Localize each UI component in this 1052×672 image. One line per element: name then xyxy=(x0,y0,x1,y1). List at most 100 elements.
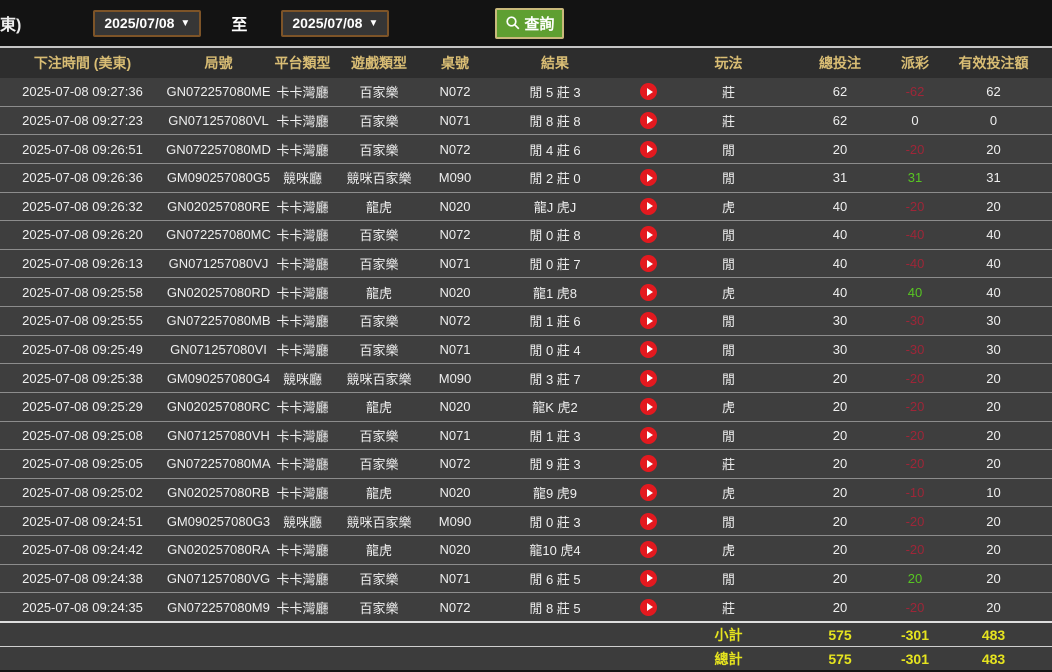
cell-payout: -20 xyxy=(905,399,925,415)
cell-result: 龍9 虎9 xyxy=(532,486,578,502)
table-row: 2025-07-08 09:25:58 GN020257080RD 卡卡灣廳 龍… xyxy=(0,278,1052,307)
cell-total-bet: 20 xyxy=(832,141,848,157)
cell-bet-time: 2025-07-08 09:26:32 xyxy=(22,198,143,214)
play-icon xyxy=(646,173,653,182)
cell-total-bet: 20 xyxy=(832,570,848,586)
cell-valid-bet: 40 xyxy=(986,256,1001,272)
play-video-button[interactable] xyxy=(640,111,657,129)
cell-round-id: GN071257080VL xyxy=(168,112,269,128)
column-header: 有效投注額 xyxy=(958,55,1029,71)
cell-valid-bet: 0 xyxy=(989,112,998,128)
cell-platform-type: 卡卡灣廳 xyxy=(276,400,329,416)
cell-total-bet: 20 xyxy=(832,456,848,472)
table-header: 下注時間 (美東) 局號 平台類型 遊戲類型 桌號 結果 玩法 總投注 派彩 有效投注額 xyxy=(0,46,1052,78)
date-to-select[interactable]: 2025/07/08 ▼ xyxy=(281,9,390,37)
cell-play-type: 閒 xyxy=(721,171,735,187)
play-video-button[interactable] xyxy=(640,83,657,101)
table-row: 2025-07-08 09:27:23 GN071257080VL 卡卡灣廳 百… xyxy=(0,106,1052,136)
cell-table-number: N071 xyxy=(439,570,471,586)
cell-result: 閒 0 莊 8 xyxy=(529,228,581,244)
play-video-button[interactable] xyxy=(640,140,657,158)
cell-play-type: 虎 xyxy=(721,285,735,301)
cell-table-number: N072 xyxy=(439,227,471,243)
to-label: 至 xyxy=(231,17,248,34)
cell-game-type: 百家樂 xyxy=(359,342,399,358)
play-video-button[interactable] xyxy=(640,426,657,444)
cell-result: 龍1 虎8 xyxy=(532,285,578,301)
table-row: 2025-07-08 09:26:20 GN072257080MC 卡卡灣廳 百… xyxy=(0,221,1052,250)
play-video-button[interactable] xyxy=(640,369,657,387)
cell-game-type: 龍虎 xyxy=(365,400,392,416)
cell-valid-bet: 40 xyxy=(986,227,1001,243)
cell-result: 閒 4 莊 6 xyxy=(529,142,581,158)
cell-table-number: N071 xyxy=(439,256,471,272)
play-icon xyxy=(646,259,653,268)
play-video-button[interactable] xyxy=(640,484,657,502)
play-video-button[interactable] xyxy=(640,255,657,273)
cell-table-number: M090 xyxy=(438,370,472,386)
cell-table-number: N072 xyxy=(439,141,471,157)
cell-platform-type: 卡卡灣廳 xyxy=(276,428,329,444)
column-header: 派彩 xyxy=(901,55,929,71)
cell-valid-bet: 31 xyxy=(986,170,1001,186)
play-video-button[interactable] xyxy=(640,283,657,301)
cell-valid-bet: 30 xyxy=(986,341,1001,357)
cell-bet-time: 2025-07-08 09:24:42 xyxy=(22,542,143,558)
dropdown-arrow-icon: ▼ xyxy=(368,17,379,29)
play-icon xyxy=(646,574,653,583)
cell-bet-time: 2025-07-08 09:24:35 xyxy=(22,599,143,615)
cell-valid-bet: 30 xyxy=(986,313,1001,329)
play-video-button[interactable] xyxy=(640,569,657,587)
cell-platform-type: 競咪廳 xyxy=(282,371,322,387)
play-video-button[interactable] xyxy=(640,455,657,473)
play-icon xyxy=(646,230,653,239)
cell-game-type: 百家樂 xyxy=(359,257,399,273)
search-button[interactable]: 查詢 xyxy=(495,7,565,39)
play-video-button[interactable] xyxy=(640,541,657,559)
cell-platform-type: 卡卡灣廳 xyxy=(276,257,329,273)
play-video-button[interactable] xyxy=(640,398,657,416)
cell-result: 閒 0 莊 7 xyxy=(529,257,581,273)
cell-total-bet: 20 xyxy=(832,370,848,386)
cell-platform-type: 競咪廳 xyxy=(282,514,322,530)
cell-valid-bet: 20 xyxy=(986,399,1001,415)
table-row: 2025-07-08 09:25:08 GN071257080VH 卡卡灣廳 百… xyxy=(0,421,1052,451)
play-icon xyxy=(646,345,653,354)
cell-platform-type: 競咪廳 xyxy=(282,171,322,187)
cell-platform-type: 卡卡灣廳 xyxy=(276,457,329,473)
play-icon xyxy=(646,145,653,154)
cell-result: 閒 8 莊 8 xyxy=(529,113,581,129)
cell-game-type: 百家樂 xyxy=(359,428,399,444)
cell-total-bet: 20 xyxy=(832,513,848,529)
cell-valid-bet: 20 xyxy=(986,370,1001,386)
cell-bet-time: 2025-07-08 09:27:23 xyxy=(22,112,143,128)
play-icon xyxy=(646,603,653,612)
cell-round-id: GN072257080ME xyxy=(166,84,271,100)
cell-play-type: 閒 xyxy=(721,342,735,358)
cell-payout: -20 xyxy=(905,513,925,529)
cell-table-number: N020 xyxy=(439,542,471,558)
date-from-select[interactable]: 2025/07/08 ▼ xyxy=(93,9,202,37)
cell-platform-type: 卡卡灣廳 xyxy=(276,228,329,244)
cell-game-type: 龍虎 xyxy=(365,486,392,502)
play-video-button[interactable] xyxy=(640,197,657,215)
table-row: 2025-07-08 09:25:49 GN071257080VI 卡卡灣廳 百… xyxy=(0,335,1052,365)
cell-platform-type: 卡卡灣廳 xyxy=(276,285,329,301)
play-video-button[interactable] xyxy=(640,340,657,358)
cell-result: 閒 1 莊 6 xyxy=(529,314,581,330)
play-video-button[interactable] xyxy=(640,169,657,187)
cell-round-id: GN020257080RE xyxy=(167,198,270,214)
cell-game-type: 百家樂 xyxy=(359,85,399,101)
cell-payout: -20 xyxy=(905,456,925,472)
cell-bet-time: 2025-07-08 09:26:36 xyxy=(22,170,143,186)
play-video-button[interactable] xyxy=(640,598,657,616)
cell-table-number: N020 xyxy=(439,485,471,501)
table-row: 2025-07-08 09:25:38 GM090257080G4 競咪廳 競咪… xyxy=(0,364,1052,393)
cell-result: 閒 8 莊 5 xyxy=(529,600,581,616)
play-video-button[interactable] xyxy=(640,312,657,330)
play-video-button[interactable] xyxy=(640,226,657,244)
cell-play-type: 閒 xyxy=(721,314,735,330)
table-row: 2025-07-08 09:26:32 GN020257080RE 卡卡灣廳 龍… xyxy=(0,192,1052,222)
play-video-button[interactable] xyxy=(640,512,657,530)
cell-payout: -20 xyxy=(905,370,925,386)
